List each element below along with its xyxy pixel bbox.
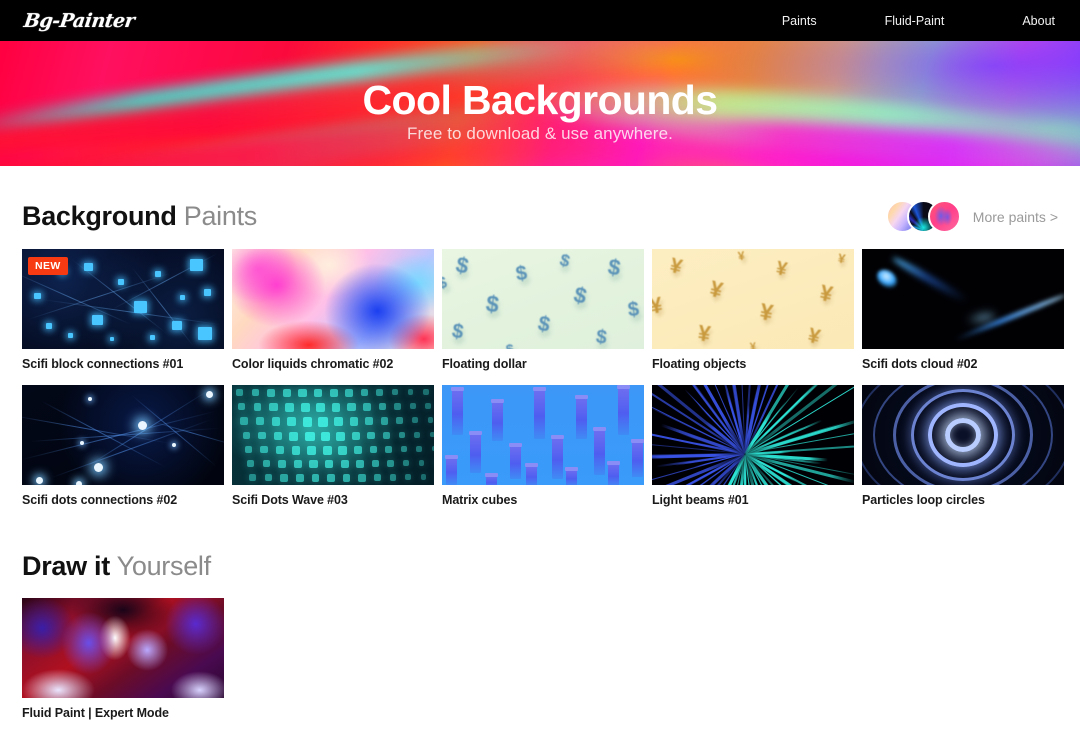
paint-card-label: Matrix cubes (442, 493, 518, 507)
paint-card-scifi-block-connections[interactable]: NEW Scifi block connections #01 (22, 249, 224, 371)
more-paints-button[interactable]: More paints > (885, 200, 1058, 233)
more-paints-label: More paints > (972, 208, 1058, 225)
paint-card-label: Particles loop circles (862, 493, 985, 507)
paint-card-label: Scifi Dots Wave #03 (232, 493, 348, 507)
draw-grid: Fluid Paint | Expert Mode (22, 598, 1058, 720)
paint-card-light-beams[interactable]: Light beams #01 (652, 385, 854, 507)
yen-icon: ¥ (774, 258, 789, 281)
section-title-background-paints: Background Paints (22, 201, 257, 232)
paint-card-floating-dollar[interactable]: $ $ $ $ $ $ $ $ $ $ $ $ Floating dollar (442, 249, 644, 371)
paint-card-floating-objects[interactable]: ¥ ¥ ¥ ¥ ¥ ¥ ¥ ¥ ¥ ¥ ¥ Floating objects (652, 249, 854, 371)
paint-thumbnail-particles-loop-circles (862, 385, 1064, 485)
paint-thumbnail-floating-objects: ¥ ¥ ¥ ¥ ¥ ¥ ¥ ¥ ¥ ¥ ¥ (652, 249, 854, 349)
draw-it-yourself-header: Draw it Yourself (22, 551, 1058, 582)
paint-card-color-liquids-chromatic[interactable]: Color liquids chromatic #02 (232, 249, 434, 371)
paint-card-label: Color liquids chromatic #02 (232, 357, 394, 371)
dollar-icon: $ (626, 298, 641, 322)
section-title-bold: Draw it (22, 551, 110, 581)
section-title-light: Paints (183, 201, 258, 231)
paint-card-label: Scifi dots connections #02 (22, 493, 178, 507)
nav-link-about[interactable]: About (1022, 14, 1055, 28)
thumbnail-preview-3 (927, 200, 961, 233)
dollar-icon: $ (450, 320, 466, 344)
paint-card-label: Fluid Paint | Expert Mode (22, 706, 169, 720)
hero-subtitle: Free to download & use anywhere. (407, 123, 673, 143)
yen-icon: ¥ (749, 340, 757, 349)
paint-card-scifi-dots-wave[interactable]: Scifi Dots Wave #03 (232, 385, 434, 507)
dollar-icon: $ (571, 281, 590, 310)
navbar: Bg-Painter Paints Fluid-Paint About (0, 0, 1080, 41)
paint-card-label: Scifi dots cloud #02 (862, 357, 978, 371)
section-title-bold: Background (22, 201, 177, 231)
dollar-icon: $ (606, 254, 623, 281)
dollar-icon: $ (557, 250, 573, 271)
section-title-light: Yourself (116, 551, 211, 581)
paint-card-label: Floating dollar (442, 357, 527, 371)
paint-thumbnail-color-liquids-chromatic (232, 249, 434, 349)
background-paints-header: Background Paints More paints > (22, 200, 1058, 233)
yen-icon: ¥ (667, 253, 685, 280)
dollar-icon: $ (442, 274, 449, 293)
dollar-icon: $ (535, 312, 553, 337)
nav-link-paints[interactable]: Paints (782, 14, 817, 28)
paint-thumbnail-floating-dollar: $ $ $ $ $ $ $ $ $ $ $ $ (442, 249, 644, 349)
paint-thumbnail-scifi-dots-connections (22, 385, 224, 485)
paint-card-label: Floating objects (652, 357, 747, 371)
hero-banner: Cool Backgrounds Free to download & use … (0, 41, 1080, 166)
paint-card-matrix-cubes[interactable]: Matrix cubes (442, 385, 644, 507)
more-paints-thumbnails (885, 200, 961, 233)
yen-icon: ¥ (737, 249, 746, 264)
section-title-draw-it-yourself: Draw it Yourself (22, 551, 211, 582)
paint-thumbnail-light-beams (652, 385, 854, 485)
yen-icon: ¥ (757, 298, 776, 326)
paint-thumbnail-scifi-dots-wave (232, 385, 434, 485)
paint-card-scifi-dots-cloud[interactable]: Scifi dots cloud #02 (862, 249, 1064, 371)
paint-card-label: Light beams #01 (652, 493, 749, 507)
new-badge: NEW (28, 257, 68, 275)
main-content: Background Paints More paints > NEW Scif… (0, 200, 1080, 720)
paint-thumbnail-fluid-paint (22, 598, 224, 698)
yen-icon: ¥ (652, 292, 665, 319)
dollar-icon: $ (514, 262, 529, 286)
paint-card-scifi-dots-connections[interactable]: Scifi dots connections #02 (22, 385, 224, 507)
paint-card-label: Scifi block connections #01 (22, 357, 184, 371)
dollar-icon: $ (453, 252, 471, 280)
yen-icon: ¥ (696, 320, 712, 347)
hero-title: Cool Backgrounds (362, 76, 718, 123)
dollar-icon: $ (504, 340, 516, 349)
paint-thumbnail-matrix-cubes (442, 385, 644, 485)
nav-link-fluid-paint[interactable]: Fluid-Paint (885, 14, 945, 28)
paint-card-fluid-paint-expert-mode[interactable]: Fluid Paint | Expert Mode (22, 598, 224, 720)
nav-links: Paints Fluid-Paint About (782, 0, 1080, 41)
paint-thumbnail-scifi-dots-cloud (862, 249, 1064, 349)
site-logo[interactable]: Bg-Painter (22, 10, 135, 32)
paints-grid: NEW Scifi block connections #01 Color li… (22, 249, 1064, 507)
yen-icon: ¥ (805, 323, 823, 349)
yen-icon: ¥ (707, 275, 726, 304)
paint-card-particles-loop-circles[interactable]: Particles loop circles (862, 385, 1064, 507)
dollar-icon: $ (484, 290, 501, 318)
dollar-icon: $ (594, 326, 609, 349)
yen-icon: ¥ (817, 280, 835, 308)
paint-thumbnail-scifi-block-connections: NEW (22, 249, 224, 349)
yen-icon: ¥ (836, 250, 847, 267)
hero-text: Cool Backgrounds Free to download & use … (0, 41, 1080, 166)
